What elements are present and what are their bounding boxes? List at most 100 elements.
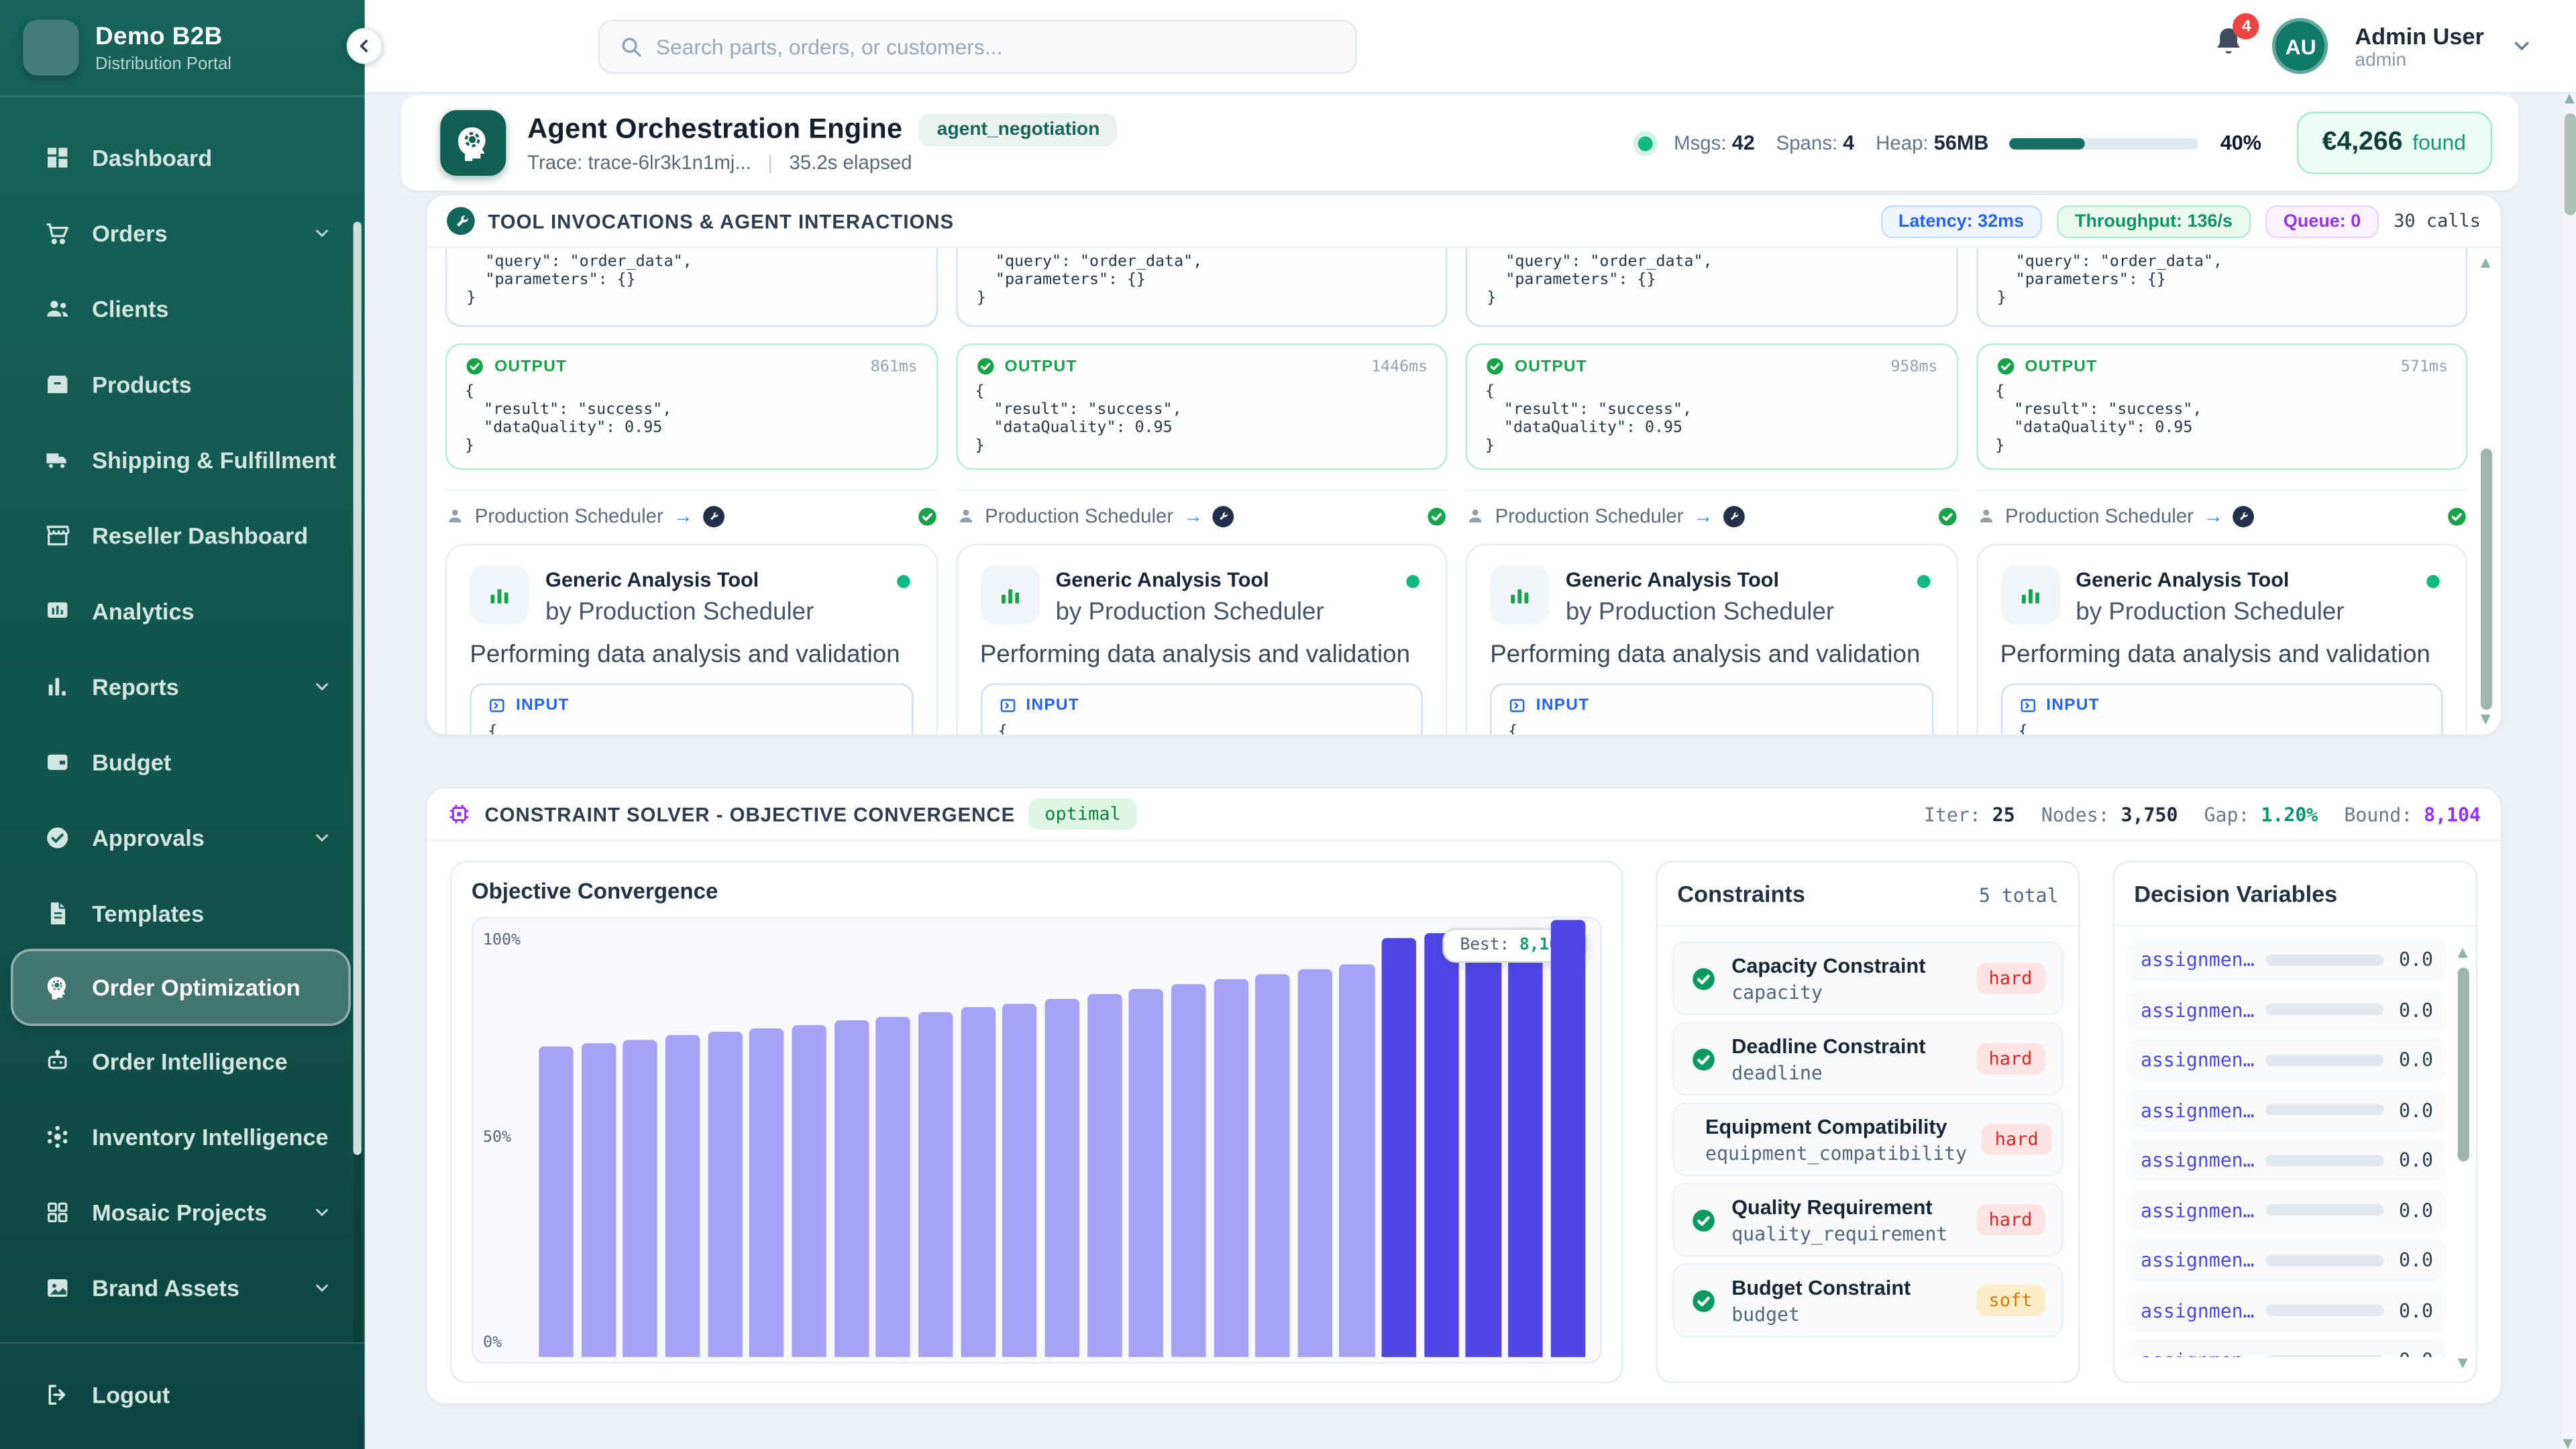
- progress-fill: [2010, 137, 2086, 148]
- avatar[interactable]: AU: [2273, 18, 2328, 74]
- savings-value: €4,266: [2322, 128, 2403, 158]
- page-title: Agent Orchestration Engine: [527, 113, 902, 146]
- heap-stat: Heap: 56MB: [1876, 131, 1988, 154]
- analysis-tool-icon: [2000, 565, 2059, 624]
- sidebar: Demo B2B Distribution Portal Dashboard O…: [0, 0, 365, 1449]
- analysis-tool-icon: [980, 565, 1039, 624]
- scroll-down-arrow[interactable]: [2563, 1439, 2573, 1449]
- sidebar-item-reports[interactable]: Reports: [0, 649, 365, 724]
- decision-variable-row: assignmen… 0.0: [2127, 1339, 2446, 1357]
- sidebar-item-shipping[interactable]: Shipping & Fulfillment: [0, 422, 365, 498]
- constraint-type-badge: hard: [1976, 1204, 2045, 1236]
- robot-icon: [44, 1048, 70, 1074]
- tool-title: Generic Analysis Tool: [545, 568, 814, 591]
- sidebar-item-brand-assets[interactable]: Brand Assets: [0, 1250, 365, 1326]
- arrow-icon: →: [1693, 504, 1713, 527]
- trace-type-badge: agent_negotiation: [919, 113, 1118, 146]
- tool-invocation-column: "query": "order_data", "parameters": {} …: [1465, 248, 1957, 735]
- scroll-down-arrow[interactable]: [2481, 714, 2491, 724]
- convergence-bar: [1424, 933, 1459, 1357]
- tool-title: Generic Analysis Tool: [1566, 568, 1834, 591]
- convergence-bar: [961, 1007, 996, 1357]
- tool-description: Performing data analysis and validation: [980, 641, 1423, 669]
- sidebar-item-orders[interactable]: Orders: [0, 195, 365, 271]
- constraints-total: 5 total: [1979, 884, 2059, 907]
- output-duration: 571ms: [2401, 358, 2448, 376]
- check-circle-icon: [1485, 356, 1505, 376]
- objective-convergence-panel: Objective Convergence 100% 50% 0% Best: …: [450, 861, 1623, 1383]
- chevron-down-icon: [309, 677, 335, 696]
- tool-card: Generic Analysis Tool by Production Sche…: [1465, 544, 1957, 735]
- chevron-down-icon: [309, 1203, 335, 1222]
- sidebar-item-logout[interactable]: Logout: [0, 1357, 365, 1433]
- person-icon: [1976, 506, 1995, 525]
- check-circle-icon: [465, 356, 484, 376]
- global-search[interactable]: [598, 19, 1356, 73]
- sidebar-item-mosaic-projects[interactable]: Mosaic Projects: [0, 1175, 365, 1250]
- tools-viewport[interactable]: "query": "order_data", "parameters": {} …: [427, 248, 2501, 735]
- convergence-bar: [1255, 974, 1290, 1357]
- sidebar-item-order-optimization[interactable]: Order Optimization: [13, 951, 349, 1024]
- sidebar-scrollbar[interactable]: [354, 222, 362, 1342]
- scroll-up-arrow[interactable]: [2458, 948, 2468, 958]
- output-box: OUTPUT 571ms { "result": "success", "dat…: [1976, 343, 2467, 470]
- person-icon: [445, 506, 465, 525]
- sidebar-item-approvals[interactable]: Approvals: [0, 800, 365, 876]
- page-scrollbar-thumb[interactable]: [2564, 113, 2575, 215]
- chart-title: Objective Convergence: [472, 879, 1602, 904]
- output-box: OUTPUT 1446ms { "result": "success", "da…: [955, 343, 1447, 470]
- sidebar-item-inventory-intelligence[interactable]: Inventory Intelligence: [0, 1099, 365, 1175]
- convergence-bar: [1002, 1004, 1037, 1357]
- sidebar-collapse-button[interactable]: [347, 28, 383, 64]
- sidebar-item-reseller-dashboard[interactable]: Reseller Dashboard: [0, 498, 365, 574]
- scroll-up-arrow[interactable]: [2481, 258, 2491, 268]
- brand-subtitle: Distribution Portal: [95, 54, 231, 73]
- constraint-solver-section: CONSTRAINT SOLVER - OBJECTIVE CONVERGENC…: [425, 787, 2502, 1405]
- convergence-bar: [581, 1043, 616, 1357]
- scroll-up-arrow[interactable]: [2564, 94, 2574, 104]
- agent-name: Production Scheduler: [1495, 504, 1684, 527]
- user-info[interactable]: Admin User admin: [2355, 22, 2483, 70]
- chevron-down-icon: [309, 223, 335, 243]
- sidebar-item-analytics[interactable]: Analytics: [0, 574, 365, 649]
- chevron-down-icon[interactable]: [2510, 34, 2533, 57]
- decision-variables-list[interactable]: assignmen… 0.0assignmen… 0.0assignmen… 0…: [2114, 926, 2476, 1357]
- arrow-icon: →: [1183, 504, 1203, 527]
- decision-variables-panel: Decision Variables assignmen… 0.0assignm…: [2112, 861, 2477, 1383]
- queue-badge: Queue: 0: [2265, 205, 2379, 237]
- sidebar-item-dashboard[interactable]: Dashboard: [0, 120, 365, 196]
- constraint-type-badge: hard: [1982, 1124, 2051, 1155]
- throughput-badge: Throughput: 136/s: [2057, 205, 2251, 237]
- scroll-down-arrow[interactable]: [2458, 1358, 2468, 1368]
- input-json-partial: "query": "order_data", "parameters": {} …: [955, 248, 1447, 327]
- agent-name: Production Scheduler: [985, 504, 1173, 527]
- bound-stat: Bound: 8,104: [2344, 802, 2481, 825]
- gap-stat: Gap: 1.20%: [2204, 802, 2318, 825]
- convergence-bar: [1382, 938, 1417, 1356]
- sidebar-item-clients[interactable]: Clients: [0, 271, 365, 347]
- molecule-icon: [44, 1124, 70, 1150]
- agent-row: Production Scheduler →: [1465, 504, 1957, 527]
- sidebar-item-templates[interactable]: Templates: [0, 875, 365, 951]
- sidebar-item-products[interactable]: Products: [0, 347, 365, 423]
- notifications-button[interactable]: 4: [2212, 25, 2246, 68]
- tool-by: by Production Scheduler: [545, 598, 814, 626]
- constraint-row: Equipment Compatibilityequipment_compati…: [1672, 1102, 2063, 1176]
- tool-invocations-section: TOOL INVOCATIONS & AGENT INTERACTIONS La…: [425, 194, 2502, 736]
- tools-scrollbar-thumb[interactable]: [2481, 449, 2492, 710]
- tools-scrollbar[interactable]: [2481, 258, 2492, 724]
- dv-scrollbar[interactable]: [2458, 948, 2469, 1368]
- chevron-down-icon: [309, 1278, 335, 1297]
- active-status-dot: [2426, 575, 2440, 588]
- analytics-icon: [44, 598, 70, 624]
- sidebar-scrollbar-thumb[interactable]: [354, 222, 362, 1155]
- sidebar-item-budget[interactable]: Budget: [0, 724, 365, 800]
- search-input[interactable]: [656, 34, 1336, 58]
- decision-variable-row: assignmen… 0.0: [2127, 1239, 2446, 1282]
- cpu-chip-icon: [447, 802, 472, 826]
- topbar: 4 AU Admin User admin: [365, 0, 2576, 94]
- page-scrollbar[interactable]: [2563, 94, 2576, 1449]
- dv-scrollbar-thumb[interactable]: [2458, 967, 2469, 1161]
- sidebar-item-order-intelligence[interactable]: Order Intelligence: [0, 1024, 365, 1099]
- convergence-bar: [1340, 965, 1375, 1357]
